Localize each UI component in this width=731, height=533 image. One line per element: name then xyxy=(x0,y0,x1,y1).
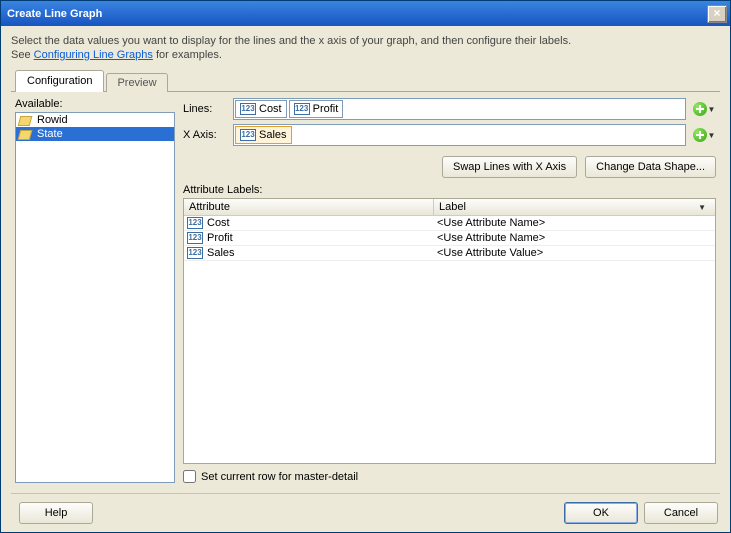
row-label[interactable]: <Use Attribute Name> xyxy=(437,232,712,244)
table-row[interactable]: 123 Profit <Use Attribute Name> xyxy=(184,231,715,246)
lines-chip-profit[interactable]: 123 Profit xyxy=(289,100,344,118)
footer-spacer xyxy=(93,502,558,524)
attribute-header: Attribute Label ▼ xyxy=(184,199,715,216)
xaxis-add-button[interactable]: ▼ xyxy=(692,125,716,145)
master-detail-label: Set current row for master-detail xyxy=(201,471,358,483)
tab-bar: Configuration Preview xyxy=(11,72,720,92)
footer: Help OK Cancel xyxy=(11,493,720,524)
tag-icon xyxy=(19,129,33,139)
tab-configuration[interactable]: Configuration xyxy=(15,70,104,92)
available-label: Available: xyxy=(15,98,175,110)
lines-row: Lines: 123 Cost 123 Profit ▼ xyxy=(183,98,716,120)
table-row[interactable]: 123 Sales <Use Attribute Value> xyxy=(184,246,715,261)
row-attr: 123 Profit xyxy=(187,232,437,244)
plus-icon xyxy=(693,102,707,116)
row-attr: 123 Cost xyxy=(187,217,437,229)
intro-line2-suffix: for examples. xyxy=(153,49,222,61)
chevron-down-icon: ▼ xyxy=(708,131,716,140)
attribute-body: 123 Cost <Use Attribute Name> 123 Profit… xyxy=(184,216,715,463)
row-attr-text: Profit xyxy=(207,232,233,244)
config-panel: Available: Rowid State Lines: 123 Cos xyxy=(11,91,720,487)
tag-icon xyxy=(19,115,33,125)
content-area: Select the data values you want to displ… xyxy=(1,26,730,532)
row-attr-text: Sales xyxy=(207,247,235,259)
title-bar: Create Line Graph × xyxy=(1,1,730,26)
intro-line1: Select the data values you want to displ… xyxy=(11,35,571,47)
close-button[interactable]: × xyxy=(707,5,727,23)
available-item-label: State xyxy=(37,128,63,140)
window-title: Create Line Graph xyxy=(7,8,707,20)
action-row: Swap Lines with X Axis Change Data Shape… xyxy=(183,156,716,178)
lines-label: Lines: xyxy=(183,103,227,115)
right-pane: Lines: 123 Cost 123 Profit ▼ xyxy=(183,98,716,483)
tab-preview[interactable]: Preview xyxy=(106,73,167,92)
change-shape-button[interactable]: Change Data Shape... xyxy=(585,156,716,178)
available-item-state[interactable]: State xyxy=(16,127,174,141)
available-item-label: Rowid xyxy=(37,114,68,126)
number-icon: 123 xyxy=(187,217,203,229)
table-row[interactable]: 123 Cost <Use Attribute Name> xyxy=(184,216,715,231)
number-icon: 123 xyxy=(294,103,310,115)
row-label[interactable]: <Use Attribute Value> xyxy=(437,247,712,259)
xaxis-row: X Axis: 123 Sales ▼ xyxy=(183,124,716,146)
master-detail-checkbox-row: Set current row for master-detail xyxy=(183,470,716,483)
chevron-down-icon: ▼ xyxy=(708,105,716,114)
swap-button[interactable]: Swap Lines with X Axis xyxy=(442,156,577,178)
row-attr-text: Cost xyxy=(207,217,230,229)
header-attribute[interactable]: Attribute xyxy=(184,199,434,215)
ok-button[interactable]: OK xyxy=(564,502,638,524)
chip-text: Profit xyxy=(313,103,339,115)
row-label[interactable]: <Use Attribute Name> xyxy=(437,217,712,229)
number-icon: 123 xyxy=(187,232,203,244)
configuring-link[interactable]: Configuring Line Graphs xyxy=(34,49,153,61)
header-label[interactable]: Label ▼ xyxy=(434,199,715,215)
plus-icon xyxy=(693,128,707,142)
xaxis-field[interactable]: 123 Sales xyxy=(233,124,686,146)
available-list[interactable]: Rowid State xyxy=(15,112,175,483)
attribute-labels-section: Attribute Labels: Attribute Label ▼ 123 xyxy=(183,184,716,483)
number-icon: 123 xyxy=(240,103,256,115)
number-icon: 123 xyxy=(187,247,203,259)
header-label-text: Label xyxy=(439,201,466,213)
intro-text: Select the data values you want to displ… xyxy=(11,34,720,62)
intro-line2-prefix: See xyxy=(11,49,34,61)
row-attr: 123 Sales xyxy=(187,247,437,259)
chip-text: Cost xyxy=(259,103,282,115)
attribute-table: Attribute Label ▼ 123 Cost <Use Att xyxy=(183,198,716,464)
cancel-button[interactable]: Cancel xyxy=(644,502,718,524)
available-pane: Available: Rowid State xyxy=(15,98,175,483)
attribute-labels-title: Attribute Labels: xyxy=(183,184,716,196)
available-item-rowid[interactable]: Rowid xyxy=(16,113,174,127)
number-icon: 123 xyxy=(240,129,256,141)
lines-add-button[interactable]: ▼ xyxy=(692,99,716,119)
chip-text: Sales xyxy=(259,129,287,141)
label-dropdown-icon[interactable]: ▼ xyxy=(698,203,710,212)
lines-field[interactable]: 123 Cost 123 Profit xyxy=(233,98,686,120)
xaxis-label: X Axis: xyxy=(183,129,227,141)
lines-chip-cost[interactable]: 123 Cost xyxy=(235,100,287,118)
help-button[interactable]: Help xyxy=(19,502,93,524)
xaxis-chip-sales[interactable]: 123 Sales xyxy=(235,126,292,144)
master-detail-checkbox[interactable] xyxy=(183,470,196,483)
